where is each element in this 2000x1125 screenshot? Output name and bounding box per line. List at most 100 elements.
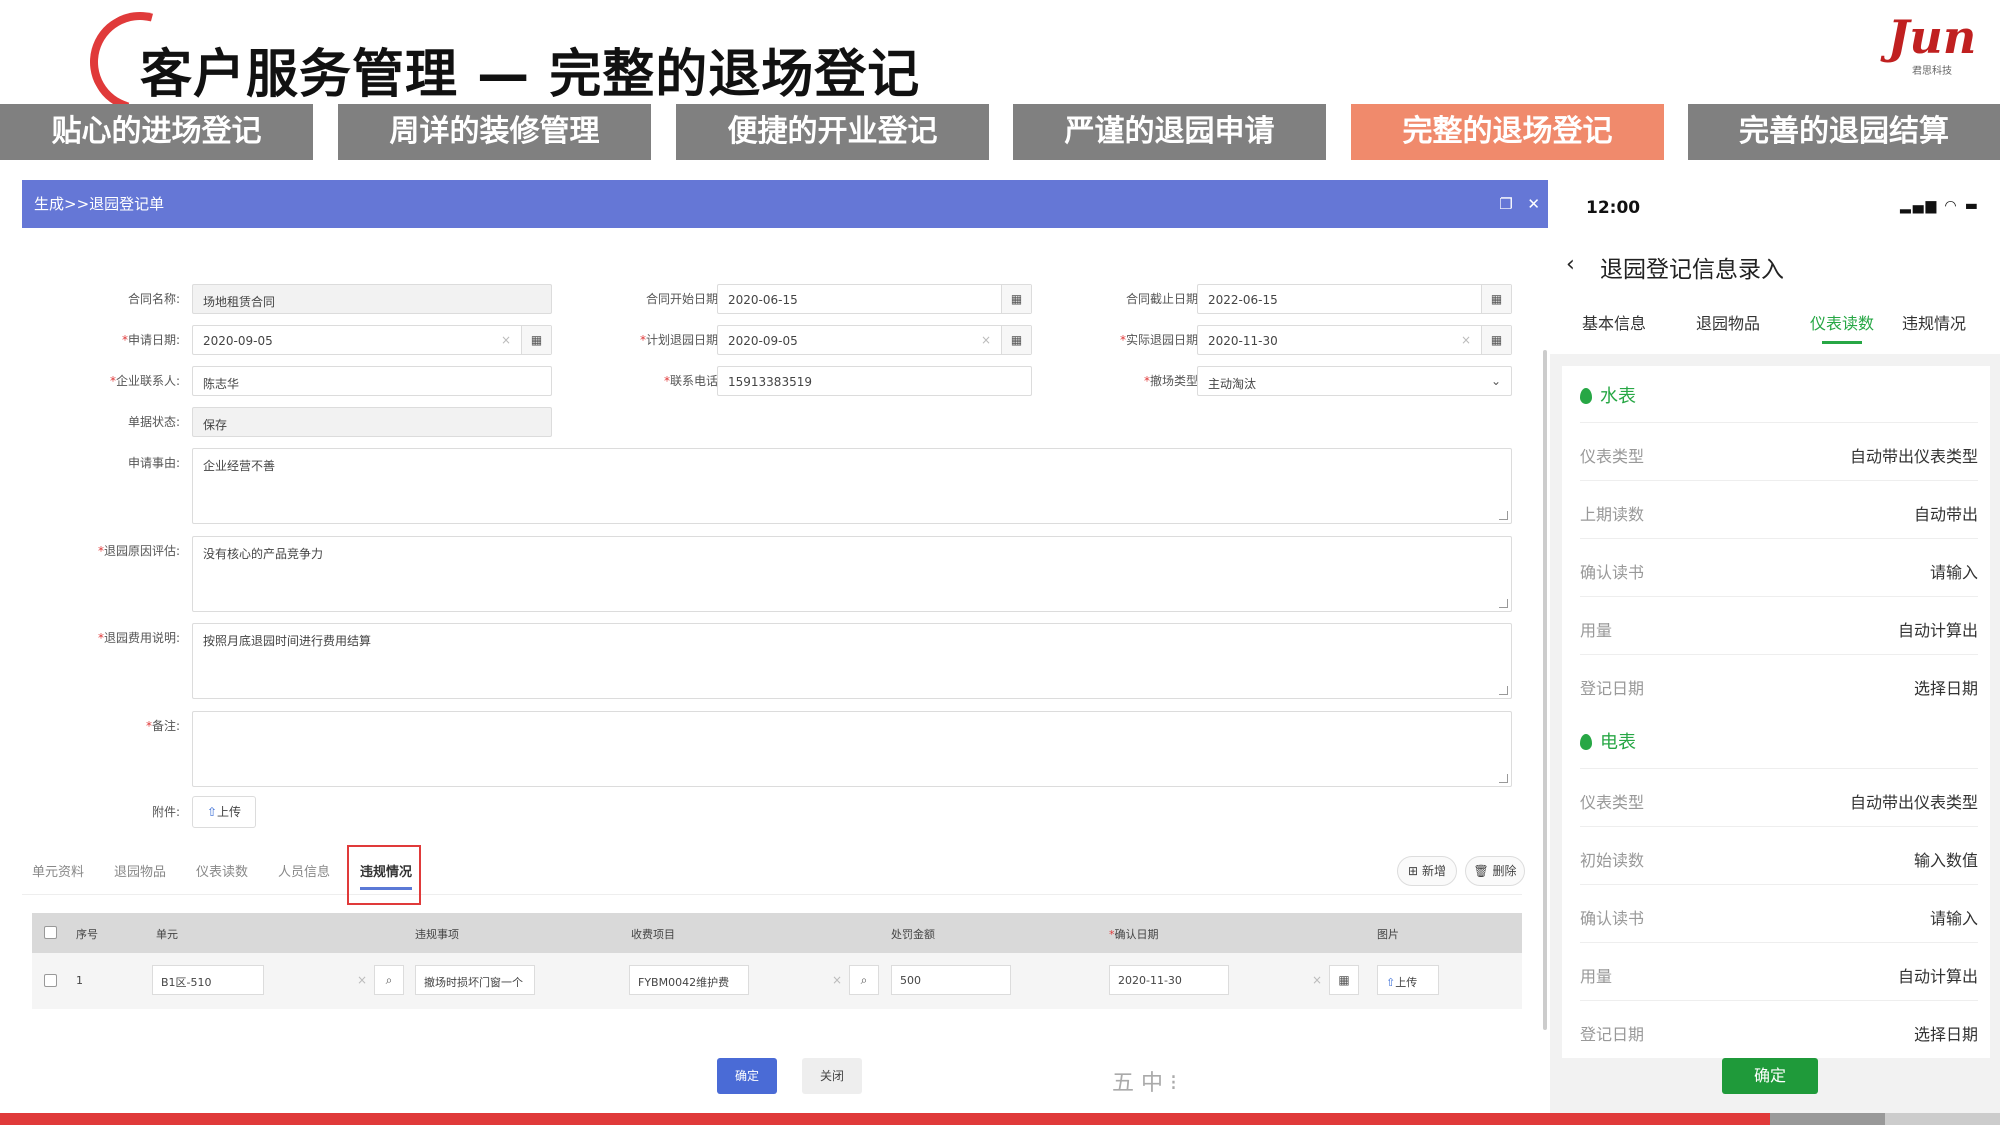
fee-desc-label: 退园费用说明:	[70, 629, 180, 646]
unit-value: B1区-510	[161, 976, 212, 989]
list-item[interactable]: 登记日期 选择日期	[1580, 654, 1978, 712]
amount-input[interactable]: 500	[891, 965, 1011, 995]
date-input[interactable]: 2020-11-30	[1109, 965, 1229, 995]
fee-desc-textarea[interactable]: 按照月底退园时间进行费用结算	[192, 623, 1512, 699]
clear-icon[interactable]: ×	[981, 333, 991, 347]
clear-icon[interactable]: ×	[832, 973, 842, 987]
clear-icon[interactable]: ×	[501, 333, 511, 347]
col-fee: 收费项目	[631, 928, 675, 941]
clear-icon[interactable]: ×	[1312, 973, 1322, 987]
date-value: 2020-11-30	[1118, 974, 1182, 987]
nav-tab-exit-apply[interactable]: 严谨的退园申请	[1013, 104, 1326, 160]
back-chevron-icon[interactable]: ‹	[1566, 252, 1575, 277]
mobile-title: 退园登记信息录入	[1600, 257, 1784, 283]
fee-input[interactable]: FYBM0042维护费	[629, 965, 749, 995]
contract-end-field[interactable]: 2022-06-15 ▦	[1197, 284, 1512, 314]
tab-exit-items[interactable]: 退园物品	[114, 861, 166, 880]
mobile-confirm-button[interactable]: 确定	[1722, 1058, 1818, 1094]
close-icon[interactable]: ✕	[1527, 195, 1540, 213]
list-item[interactable]: 仪表类型 自动带出仪表类型	[1580, 768, 1978, 826]
restore-icon[interactable]: ❐	[1499, 195, 1512, 213]
list-item[interactable]: 仪表类型 自动带出仪表类型	[1580, 422, 1978, 480]
contract-end-value: 2022-06-15	[1208, 293, 1278, 307]
row-checkbox[interactable]	[44, 974, 57, 987]
calendar-icon[interactable]: ▦	[521, 326, 551, 354]
cause-textarea[interactable]: 没有核心的产品竞争力	[192, 536, 1512, 612]
calendar-icon[interactable]: ▦	[1481, 285, 1511, 313]
list-item[interactable]: 确认读书 请输入	[1580, 538, 1978, 596]
upload-label: 上传	[217, 805, 242, 819]
list-item[interactable]: 初始读数 输入数值	[1580, 826, 1978, 884]
doc-status-field[interactable]: 保存	[192, 407, 552, 437]
calendar-icon[interactable]: ▦	[1001, 326, 1031, 354]
water-drop-icon	[1580, 388, 1592, 404]
violations-table-header: 序号 单元 违规事项 收费项目 处罚金额 *确认日期 图片	[32, 913, 1522, 953]
delete-row-button[interactable]: 🗑 删除	[1465, 856, 1525, 886]
plan-date-label: 计划退园日期:	[612, 331, 722, 348]
calendar-icon[interactable]: ▦	[1001, 285, 1031, 313]
contract-name-field[interactable]: 场地租赁合同	[192, 284, 552, 314]
upload-button[interactable]: ⇧上传	[192, 796, 256, 828]
row-value: 自动带出仪表类型	[1849, 447, 1978, 466]
nav-tab-settlement[interactable]: 完善的退园结算	[1688, 104, 2000, 160]
actual-date-field[interactable]: 2020-11-30 × ▦	[1197, 325, 1512, 355]
tab-personnel[interactable]: 人员信息	[278, 861, 330, 880]
remark-label: 备注:	[70, 717, 180, 734]
nav-tab-entry[interactable]: 贴心的进场登记	[0, 104, 313, 160]
confirm-button[interactable]: 确定	[717, 1058, 777, 1094]
scrollbar[interactable]	[1543, 350, 1547, 1030]
calendar-icon[interactable]: ▦	[1329, 965, 1359, 995]
exit-form: 合同名称: 场地租赁合同 合同开始日期: 2020-06-15 ▦ 合同截止日期:…	[22, 228, 1548, 828]
phone-label: 联系电话:	[612, 372, 722, 389]
exit-type-select[interactable]: 主动淘汰 ⌄	[1197, 366, 1512, 396]
phone-value: 15913383519	[728, 375, 812, 389]
phone-field[interactable]: 15913383519	[717, 366, 1032, 396]
signal-wifi-battery-icon: ▂▄▆ ◠ ▬	[1899, 198, 1980, 214]
nav-tab-decoration[interactable]: 周详的装修管理	[338, 104, 651, 160]
reason-textarea[interactable]: 企业经营不善	[192, 448, 1512, 524]
add-icon: ⊞	[1408, 864, 1419, 878]
table-row: 1 B1区-510 × ⌕ 撤场时损坏门窗一个 FYBM0042维护费 × ⌕ …	[32, 953, 1522, 1009]
tab-meter-readings[interactable]: 仪表读数	[196, 861, 248, 880]
remark-textarea[interactable]	[192, 711, 1512, 787]
mtab-violations[interactable]: 违规情况	[1902, 310, 1966, 334]
clear-icon[interactable]: ×	[357, 973, 367, 987]
nav-tab-opening[interactable]: 便捷的开业登记	[676, 104, 989, 160]
row-value: 自动带出仪表类型	[1849, 793, 1978, 812]
list-item[interactable]: 用量 自动计算出	[1580, 942, 1978, 1000]
list-item[interactable]: 上期读数 自动带出	[1580, 480, 1978, 538]
mtab-basic[interactable]: 基本信息	[1582, 310, 1646, 334]
apply-date-label: 申请日期:	[70, 331, 180, 348]
pic-upload-button[interactable]: ⇧上传	[1377, 965, 1439, 995]
contract-start-field[interactable]: 2020-06-15 ▦	[717, 284, 1032, 314]
calendar-icon[interactable]: ▦	[1481, 326, 1511, 354]
clear-icon[interactable]: ×	[1461, 333, 1471, 347]
contact-field[interactable]: 陈志华	[192, 366, 552, 396]
nav-tab-exit-register[interactable]: 完整的退场登记	[1351, 104, 1664, 160]
apply-date-field[interactable]: 2020-09-05 × ▦	[192, 325, 552, 355]
row-key: 登记日期	[1580, 679, 1645, 698]
attachment-label: 附件:	[151, 805, 180, 819]
contract-start-value: 2020-06-15	[728, 293, 798, 307]
chevron-down-icon: ⌄	[1490, 374, 1501, 388]
mtab-items[interactable]: 退园物品	[1696, 310, 1760, 334]
col-pic: 图片	[1377, 928, 1399, 941]
list-item[interactable]: 确认读书 请输入	[1580, 884, 1978, 942]
select-all-checkbox[interactable]	[44, 926, 57, 939]
item-input[interactable]: 撤场时损坏门窗一个	[415, 965, 535, 995]
unit-input[interactable]: B1区-510	[152, 965, 264, 995]
add-row-button[interactable]: ⊞ 新增	[1397, 856, 1457, 886]
row-value: 自动计算出	[1897, 621, 1978, 640]
tab-unit-info[interactable]: 单元资料	[32, 861, 84, 880]
close-button[interactable]: 关闭	[802, 1058, 862, 1094]
row-key: 上期读数	[1580, 505, 1645, 524]
reason-label: 申请事由:	[127, 456, 180, 470]
list-item[interactable]: 用量 自动计算出	[1580, 596, 1978, 654]
search-icon[interactable]: ⌕	[849, 965, 879, 995]
contact-value: 陈志华	[203, 377, 240, 391]
plan-date-field[interactable]: 2020-09-05 × ▦	[717, 325, 1032, 355]
search-icon[interactable]: ⌕	[374, 965, 404, 995]
mtab-meters[interactable]: 仪表读数	[1810, 310, 1874, 344]
list-item[interactable]: 登记日期 选择日期	[1580, 1000, 1978, 1058]
contract-start-label: 合同开始日期:	[645, 292, 722, 306]
